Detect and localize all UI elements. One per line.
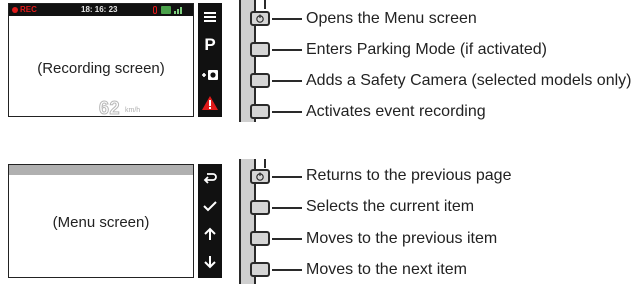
leader-line <box>272 49 302 51</box>
power-line-bottom <box>264 159 266 168</box>
menu-button-4-description: Moves to the next item <box>306 261 467 278</box>
menu-sidebar <box>198 164 222 278</box>
recording-screen: REC 18: 16: 23 (Recording screen) 62 km/… <box>8 3 194 119</box>
menu-icon[interactable] <box>198 7 222 27</box>
leader-line <box>272 238 302 240</box>
safety-camera-icon[interactable] <box>198 65 222 85</box>
menu-top-bar <box>9 165 193 175</box>
button-2-description: Enters Parking Mode (if activated) <box>306 41 547 58</box>
leader-line <box>272 176 302 178</box>
leader-line <box>272 111 302 113</box>
hw-button-power[interactable] <box>250 11 270 26</box>
leader-line <box>272 207 302 209</box>
button-3-description: Adds a Safety Camera (selected models on… <box>306 72 632 89</box>
arrow-down-icon[interactable] <box>198 252 222 272</box>
power-line-top <box>264 0 266 9</box>
hw-button-4[interactable] <box>250 104 270 119</box>
clock-time: 18: 16: 23 <box>81 5 118 14</box>
microphone-icon <box>153 6 157 14</box>
hw-button-3[interactable] <box>250 231 270 246</box>
menu-screen: (Menu screen) <box>8 164 194 278</box>
recording-sidebar: P <box>198 3 222 117</box>
hw-button-4[interactable] <box>250 262 270 277</box>
hw-button-2[interactable] <box>250 42 270 57</box>
menu-screen-caption: (Menu screen) <box>52 214 150 231</box>
status-bar: REC 18: 16: 23 <box>9 4 193 16</box>
leader-line <box>272 269 302 271</box>
rec-label: REC <box>20 5 37 14</box>
leader-line <box>272 80 302 82</box>
checkmark-icon[interactable] <box>198 196 222 216</box>
hw-button-power[interactable] <box>250 169 270 184</box>
parking-icon[interactable]: P <box>198 35 222 55</box>
leader-line <box>272 18 302 20</box>
gps-icon <box>161 6 171 14</box>
back-arrow-icon[interactable] <box>198 168 222 188</box>
menu-button-1-description: Returns to the previous page <box>306 167 512 184</box>
rec-dot-icon <box>12 7 18 13</box>
signal-icon <box>174 6 184 14</box>
speed-unit: km/h <box>125 107 141 114</box>
menu-button-3-description: Moves to the previous item <box>306 230 498 247</box>
recording-screen-caption: (Recording screen) <box>37 60 165 77</box>
speed-value: 62 <box>98 98 121 119</box>
power-icon <box>256 172 264 181</box>
hw-button-3[interactable] <box>250 73 270 88</box>
hw-button-2[interactable] <box>250 200 270 215</box>
menu-button-2-description: Selects the current item <box>306 198 475 215</box>
button-1-description: Opens the Menu screen <box>306 10 477 27</box>
power-icon <box>256 14 264 23</box>
event-warning-icon[interactable] <box>198 93 222 113</box>
arrow-up-icon[interactable] <box>198 224 222 244</box>
button-4-description: Activates event recording <box>306 103 486 120</box>
